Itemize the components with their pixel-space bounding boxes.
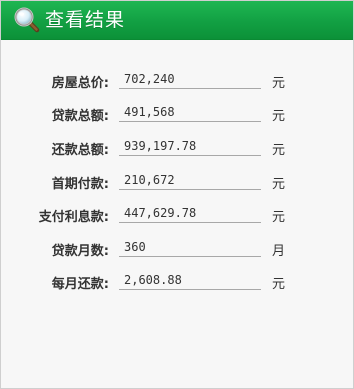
repayment-total-unit: 元 <box>272 143 286 158</box>
loan-months-label: 贷款月数: <box>51 244 109 259</box>
repayment-total-field[interactable]: 939,197.78 <box>119 136 261 156</box>
result-header: 查看结果 <box>1 1 353 40</box>
down-payment-field[interactable]: 210,672 <box>119 170 261 190</box>
row-monthly-payment: 每月还款: 2,608.88 元 <box>1 270 353 294</box>
down-payment-label: 首期付款: <box>51 177 109 192</box>
magnifier-icon <box>14 7 40 33</box>
loan-total-label: 贷款总额: <box>51 109 109 124</box>
row-loan-total: 贷款总额: 491,568 元 <box>1 102 353 126</box>
down-payment-unit: 元 <box>272 177 286 192</box>
monthly-payment-label: 每月还款: <box>51 277 109 292</box>
house-price-field[interactable]: 702,240 <box>119 69 261 89</box>
house-price-unit: 元 <box>272 76 286 91</box>
loan-months-field[interactable]: 360 <box>119 237 261 257</box>
row-interest-paid: 支付利息款: 447,629.78 元 <box>1 203 353 227</box>
repayment-total-label: 还款总额: <box>51 143 109 158</box>
row-loan-months: 贷款月数: 360 月 <box>1 237 353 261</box>
monthly-payment-field[interactable]: 2,608.88 <box>119 270 261 290</box>
interest-paid-label: 支付利息款: <box>38 210 109 225</box>
house-price-label: 房屋总价: <box>51 76 109 91</box>
loan-total-field[interactable]: 491,568 <box>119 102 261 122</box>
loan-months-unit: 月 <box>272 244 286 259</box>
interest-paid-field[interactable]: 447,629.78 <box>119 203 261 223</box>
page-title: 查看结果 <box>45 9 126 31</box>
row-house-price: 房屋总价: 702,240 元 <box>1 69 353 93</box>
row-repayment-total: 还款总额: 939,197.78 元 <box>1 136 353 160</box>
result-panel: 查看结果 房屋总价: 702,240 元 贷款总额: 491,568 元 还款总… <box>0 0 354 389</box>
loan-total-unit: 元 <box>272 109 286 124</box>
interest-paid-unit: 元 <box>272 210 286 225</box>
row-down-payment: 首期付款: 210,672 元 <box>1 170 353 194</box>
monthly-payment-unit: 元 <box>272 277 286 292</box>
